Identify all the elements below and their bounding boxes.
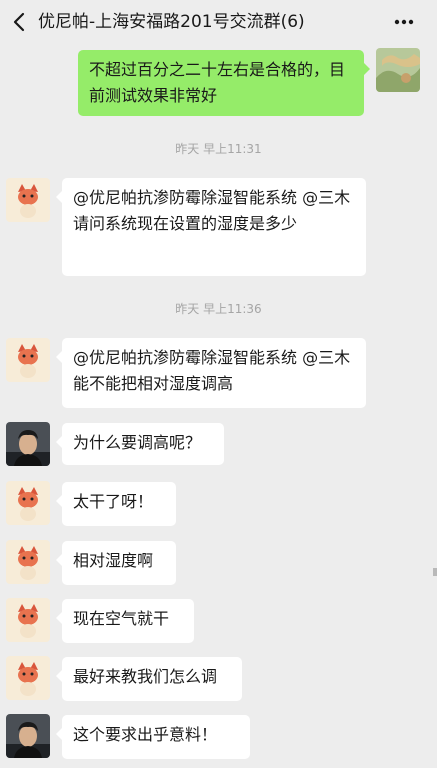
person-photo-avatar bbox=[6, 422, 50, 466]
chat-title: 优尼帕-上海安福路201号交流群(6) bbox=[38, 12, 305, 32]
green-landscape-avatar bbox=[376, 48, 420, 92]
timestamp: 昨天 早上11:36 bbox=[175, 302, 262, 316]
cartoon-cat-avatar bbox=[6, 178, 50, 222]
person-photo-avatar bbox=[6, 714, 50, 758]
chat-header: 优尼帕-上海安福路201号交流群(6) bbox=[0, 0, 437, 44]
scroll-indicator bbox=[433, 568, 437, 576]
back-arrow-icon[interactable] bbox=[10, 10, 30, 34]
more-dots-icon[interactable] bbox=[393, 13, 415, 31]
message-bubble-incoming[interactable]: 太干了呀！ bbox=[56, 482, 176, 526]
message-text: 相对湿度啊 bbox=[73, 551, 154, 570]
sender-avatar[interactable] bbox=[6, 481, 50, 525]
message-bubble-incoming[interactable]: 最好来教我们怎么调 bbox=[56, 657, 242, 701]
message-text: @优尼帕抗渗防霉除湿智能系统 @三木 能不能把相对湿度调高 bbox=[73, 348, 351, 393]
message-bubble-incoming[interactable]: 这个要求出乎意料！ bbox=[56, 715, 250, 759]
message-bubble-incoming[interactable]: @优尼帕抗渗防霉除湿智能系统 @三木 能不能把相对湿度调高 bbox=[56, 338, 366, 408]
sender-avatar[interactable] bbox=[6, 656, 50, 700]
message-bubble-incoming[interactable]: 现在空气就干 bbox=[56, 599, 194, 643]
message-bubble-incoming[interactable]: 相对湿度啊 bbox=[56, 541, 176, 585]
message-text: 现在空气就干 bbox=[73, 609, 170, 628]
message-bubble-outgoing[interactable]: 不超过百分之二十左右是合格的，目前测试效果非常好 bbox=[78, 50, 370, 116]
cartoon-cat-avatar bbox=[6, 338, 50, 382]
message-bubble-incoming[interactable]: 为什么要调高呢？ bbox=[56, 423, 224, 465]
cartoon-cat-avatar bbox=[6, 481, 50, 525]
my-avatar[interactable] bbox=[376, 48, 420, 92]
message-text: 最好来教我们怎么调 bbox=[73, 667, 218, 686]
cartoon-cat-avatar bbox=[6, 540, 50, 584]
sender-avatar[interactable] bbox=[6, 178, 50, 222]
message-text: @优尼帕抗渗防霉除湿智能系统 @三木 请问系统现在设置的湿度是多少 bbox=[73, 188, 351, 233]
cartoon-cat-avatar bbox=[6, 598, 50, 642]
sender-avatar[interactable] bbox=[6, 714, 50, 758]
message-bubble-incoming[interactable]: @优尼帕抗渗防霉除湿智能系统 @三木 请问系统现在设置的湿度是多少 bbox=[56, 178, 366, 276]
sender-avatar[interactable] bbox=[6, 338, 50, 382]
message-text: 太干了呀！ bbox=[73, 492, 154, 511]
sender-avatar[interactable] bbox=[6, 422, 50, 466]
sender-avatar[interactable] bbox=[6, 598, 50, 642]
cartoon-cat-avatar bbox=[6, 656, 50, 700]
message-text: 这个要求出乎意料！ bbox=[73, 725, 218, 744]
message-text: 不超过百分之二十左右是合格的，目前测试效果非常好 bbox=[89, 60, 346, 105]
message-text: 为什么要调高呢？ bbox=[73, 433, 202, 452]
timestamp: 昨天 早上11:31 bbox=[175, 142, 262, 156]
sender-avatar[interactable] bbox=[6, 540, 50, 584]
